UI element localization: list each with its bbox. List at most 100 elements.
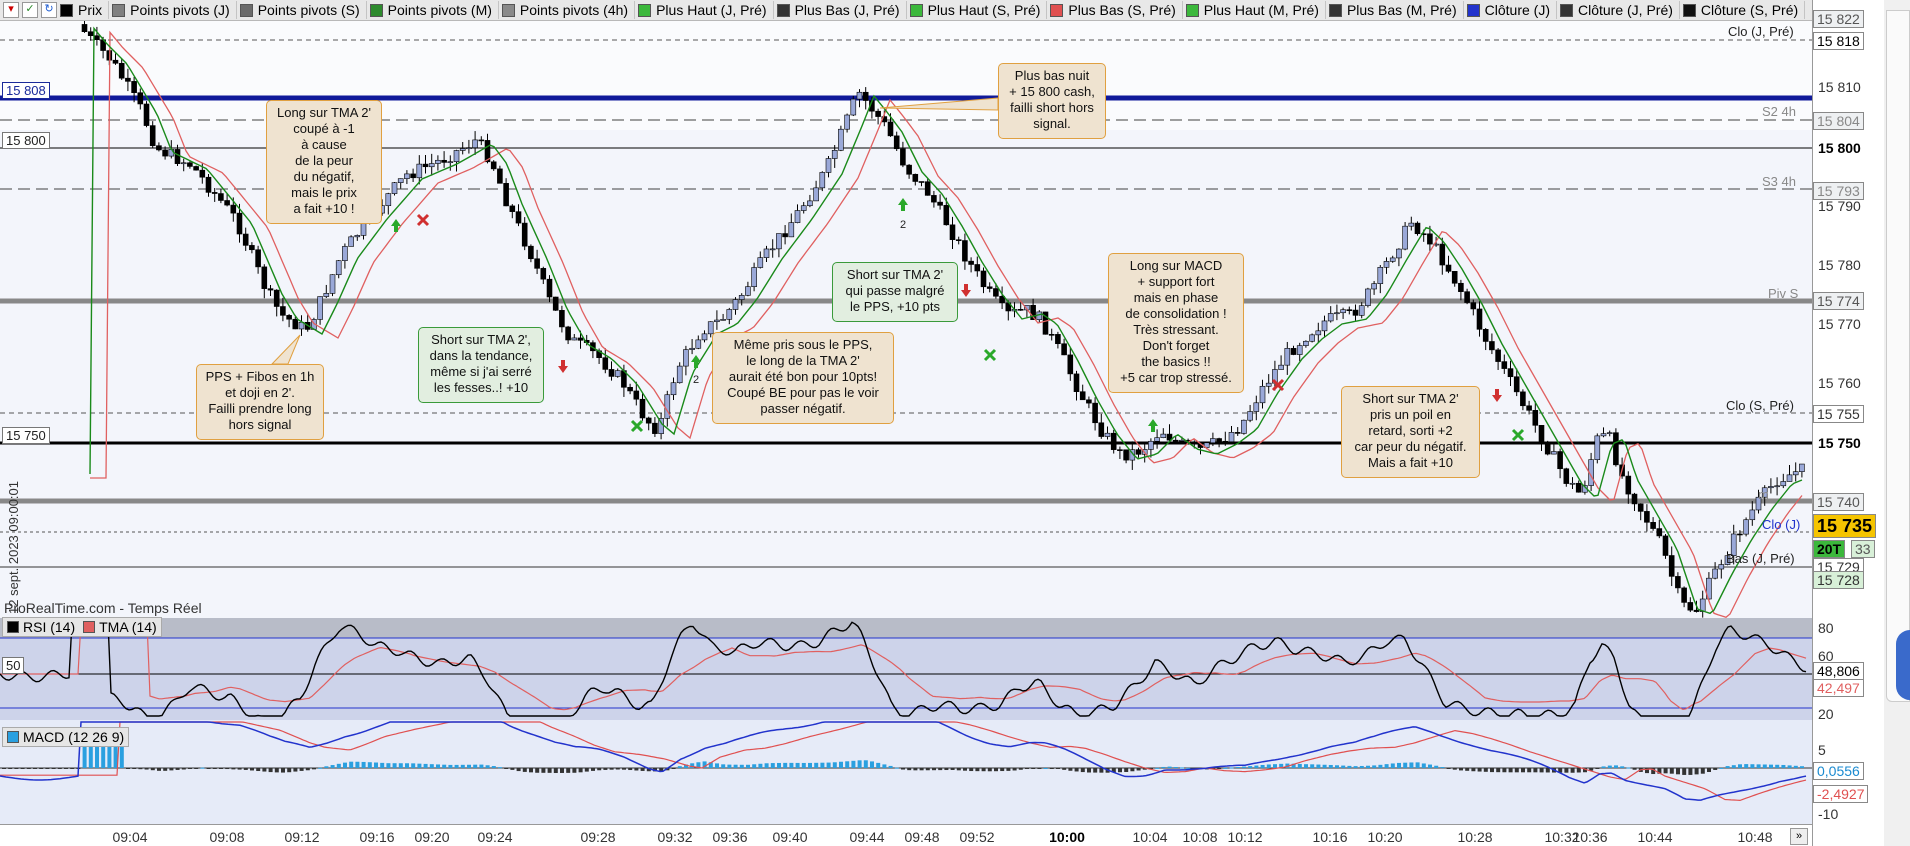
macd-bar <box>144 768 149 770</box>
legend-item[interactable]: Plus Haut (S, Pré) <box>907 1 1048 19</box>
candle-body <box>782 233 788 238</box>
legend-label: Prix <box>78 2 103 18</box>
macd-bar <box>839 761 843 768</box>
macd-bar <box>1347 765 1352 768</box>
price-tick: 15 810 <box>1818 79 1861 95</box>
candle-body <box>1631 493 1638 505</box>
macd-bar <box>764 763 769 768</box>
macd-panel[interactable] <box>0 720 1812 824</box>
time-label: 10:08 <box>1182 829 1218 845</box>
time-axis[interactable]: 09:04 09:08 09:12 09:16 09:20 09:24 09:28 09:32… <box>0 824 1812 846</box>
candle-body <box>794 210 801 223</box>
candle-body <box>1544 442 1551 455</box>
macd-bar <box>808 762 812 768</box>
candle-body <box>1061 343 1067 356</box>
legend-item[interactable]: Points pivots (S) <box>237 1 367 19</box>
price-tag: 15 728 <box>1813 571 1864 589</box>
side-panel-tab[interactable] <box>1886 10 1910 702</box>
legend-item[interactable]: Points pivots (4h) <box>499 1 636 19</box>
macd-bar <box>1366 765 1370 768</box>
candle-body <box>850 98 857 116</box>
legend-item[interactable]: Points pivots (J) <box>109 1 237 19</box>
rsi-tick: 80 <box>1818 620 1834 636</box>
macd-bar <box>578 768 583 773</box>
macd-bar <box>746 764 750 768</box>
candle-body <box>732 299 739 310</box>
candle-body <box>410 173 416 179</box>
settings-icon[interactable]: ✓ <box>22 2 38 18</box>
legend-swatch <box>638 3 652 17</box>
legend-swatch <box>1682 3 1696 17</box>
legend-label: Plus Haut (M, Pré) <box>1203 2 1319 18</box>
candle-body <box>1526 405 1532 411</box>
legend-item[interactable]: Clôture (S, Pré) <box>1680 1 1806 19</box>
candle-body <box>261 266 268 289</box>
candle-body <box>273 289 280 307</box>
annotation-short-retard: Short sur TMA 2' pris un poil en retard,… <box>1341 386 1480 478</box>
legend-label: Plus Bas (S, Pré) <box>1068 2 1176 18</box>
rsi-tick: 20 <box>1818 706 1834 722</box>
candle-body <box>1067 354 1074 375</box>
candle-body <box>1551 451 1557 455</box>
candle-body <box>162 149 168 157</box>
macd-bar <box>70 768 75 769</box>
macd-bar <box>64 768 68 769</box>
macd-bar <box>783 762 788 768</box>
candle-body <box>726 309 733 320</box>
macd-bar <box>1403 762 1408 768</box>
rsi-panel[interactable] <box>0 618 1812 720</box>
macd-bar <box>1087 768 1091 773</box>
macd-bar <box>33 768 37 769</box>
candle-body <box>763 248 770 258</box>
macd-bar <box>801 762 806 768</box>
macd-bar <box>1372 765 1377 768</box>
scroll-right-button[interactable]: » <box>1790 828 1808 845</box>
candle-body <box>918 181 925 183</box>
legend-item[interactable]: Clôture (J, Pré) <box>1557 1 1680 19</box>
legend-swatch <box>776 3 790 17</box>
macd-bar <box>14 768 19 769</box>
annotation-plus-bas-nuit: Plus bas nuit + 15 800 cash, failli shor… <box>998 63 1106 139</box>
legend-item[interactable]: Clôture (J) <box>1464 1 1557 19</box>
legend-item[interactable]: Plus Bas (M, Pré) <box>1326 1 1464 19</box>
macd-bar <box>1434 765 1439 768</box>
legend-item[interactable]: Points pivots (M) <box>367 1 499 19</box>
candle-body <box>205 176 212 193</box>
candle-body <box>354 235 361 238</box>
macd-bar <box>479 764 484 768</box>
candle-body <box>1340 309 1346 314</box>
candle-body <box>577 337 584 341</box>
candle-body <box>1625 475 1632 495</box>
legend-item[interactable]: Plus Bas (J, Pré) <box>774 1 907 19</box>
macd-title[interactable]: MACD (12 26 9) <box>2 727 130 747</box>
legend-bar: ▾ ✓ ↻ Prix Points pivots (J) Points pivots… <box>0 0 1812 21</box>
legend-item[interactable]: Plus Haut (J, Pré) <box>635 1 774 19</box>
macd-bar <box>1490 768 1494 773</box>
tma-swatch <box>83 621 96 633</box>
macd-bar <box>45 768 50 769</box>
time-label: 10:36 <box>1572 829 1608 845</box>
candle-body <box>1334 312 1340 315</box>
candle-body <box>1799 463 1805 472</box>
macd-bar <box>739 764 744 768</box>
macd-bar <box>274 768 279 773</box>
candle-body <box>447 161 454 164</box>
candle-body <box>1179 439 1185 442</box>
candle-body <box>1048 334 1055 336</box>
price-tag: 15 774 <box>1813 292 1864 310</box>
macd-bar <box>1570 768 1575 773</box>
legend-label: Points pivots (M) <box>387 2 492 18</box>
legend-swatch <box>239 3 253 17</box>
legend-item[interactable]: Plus Bas (S, Pré) <box>1047 1 1183 19</box>
macd-bar <box>1378 764 1383 768</box>
macd-bar <box>405 763 409 768</box>
refresh-icon[interactable]: ↻ <box>41 2 57 18</box>
legend-item[interactable]: Prix <box>57 1 110 19</box>
candle-body <box>757 257 764 268</box>
legend-swatch <box>1185 3 1199 17</box>
macd-bar <box>981 768 986 772</box>
close-chart-icon[interactable]: ▾ <box>3 2 19 18</box>
side-panel-handle[interactable] <box>1896 630 1910 700</box>
legend-item[interactable]: Plus Haut (M, Pré) <box>1183 1 1326 19</box>
rsi-title[interactable]: RSI (14) TMA (14) <box>2 617 162 637</box>
